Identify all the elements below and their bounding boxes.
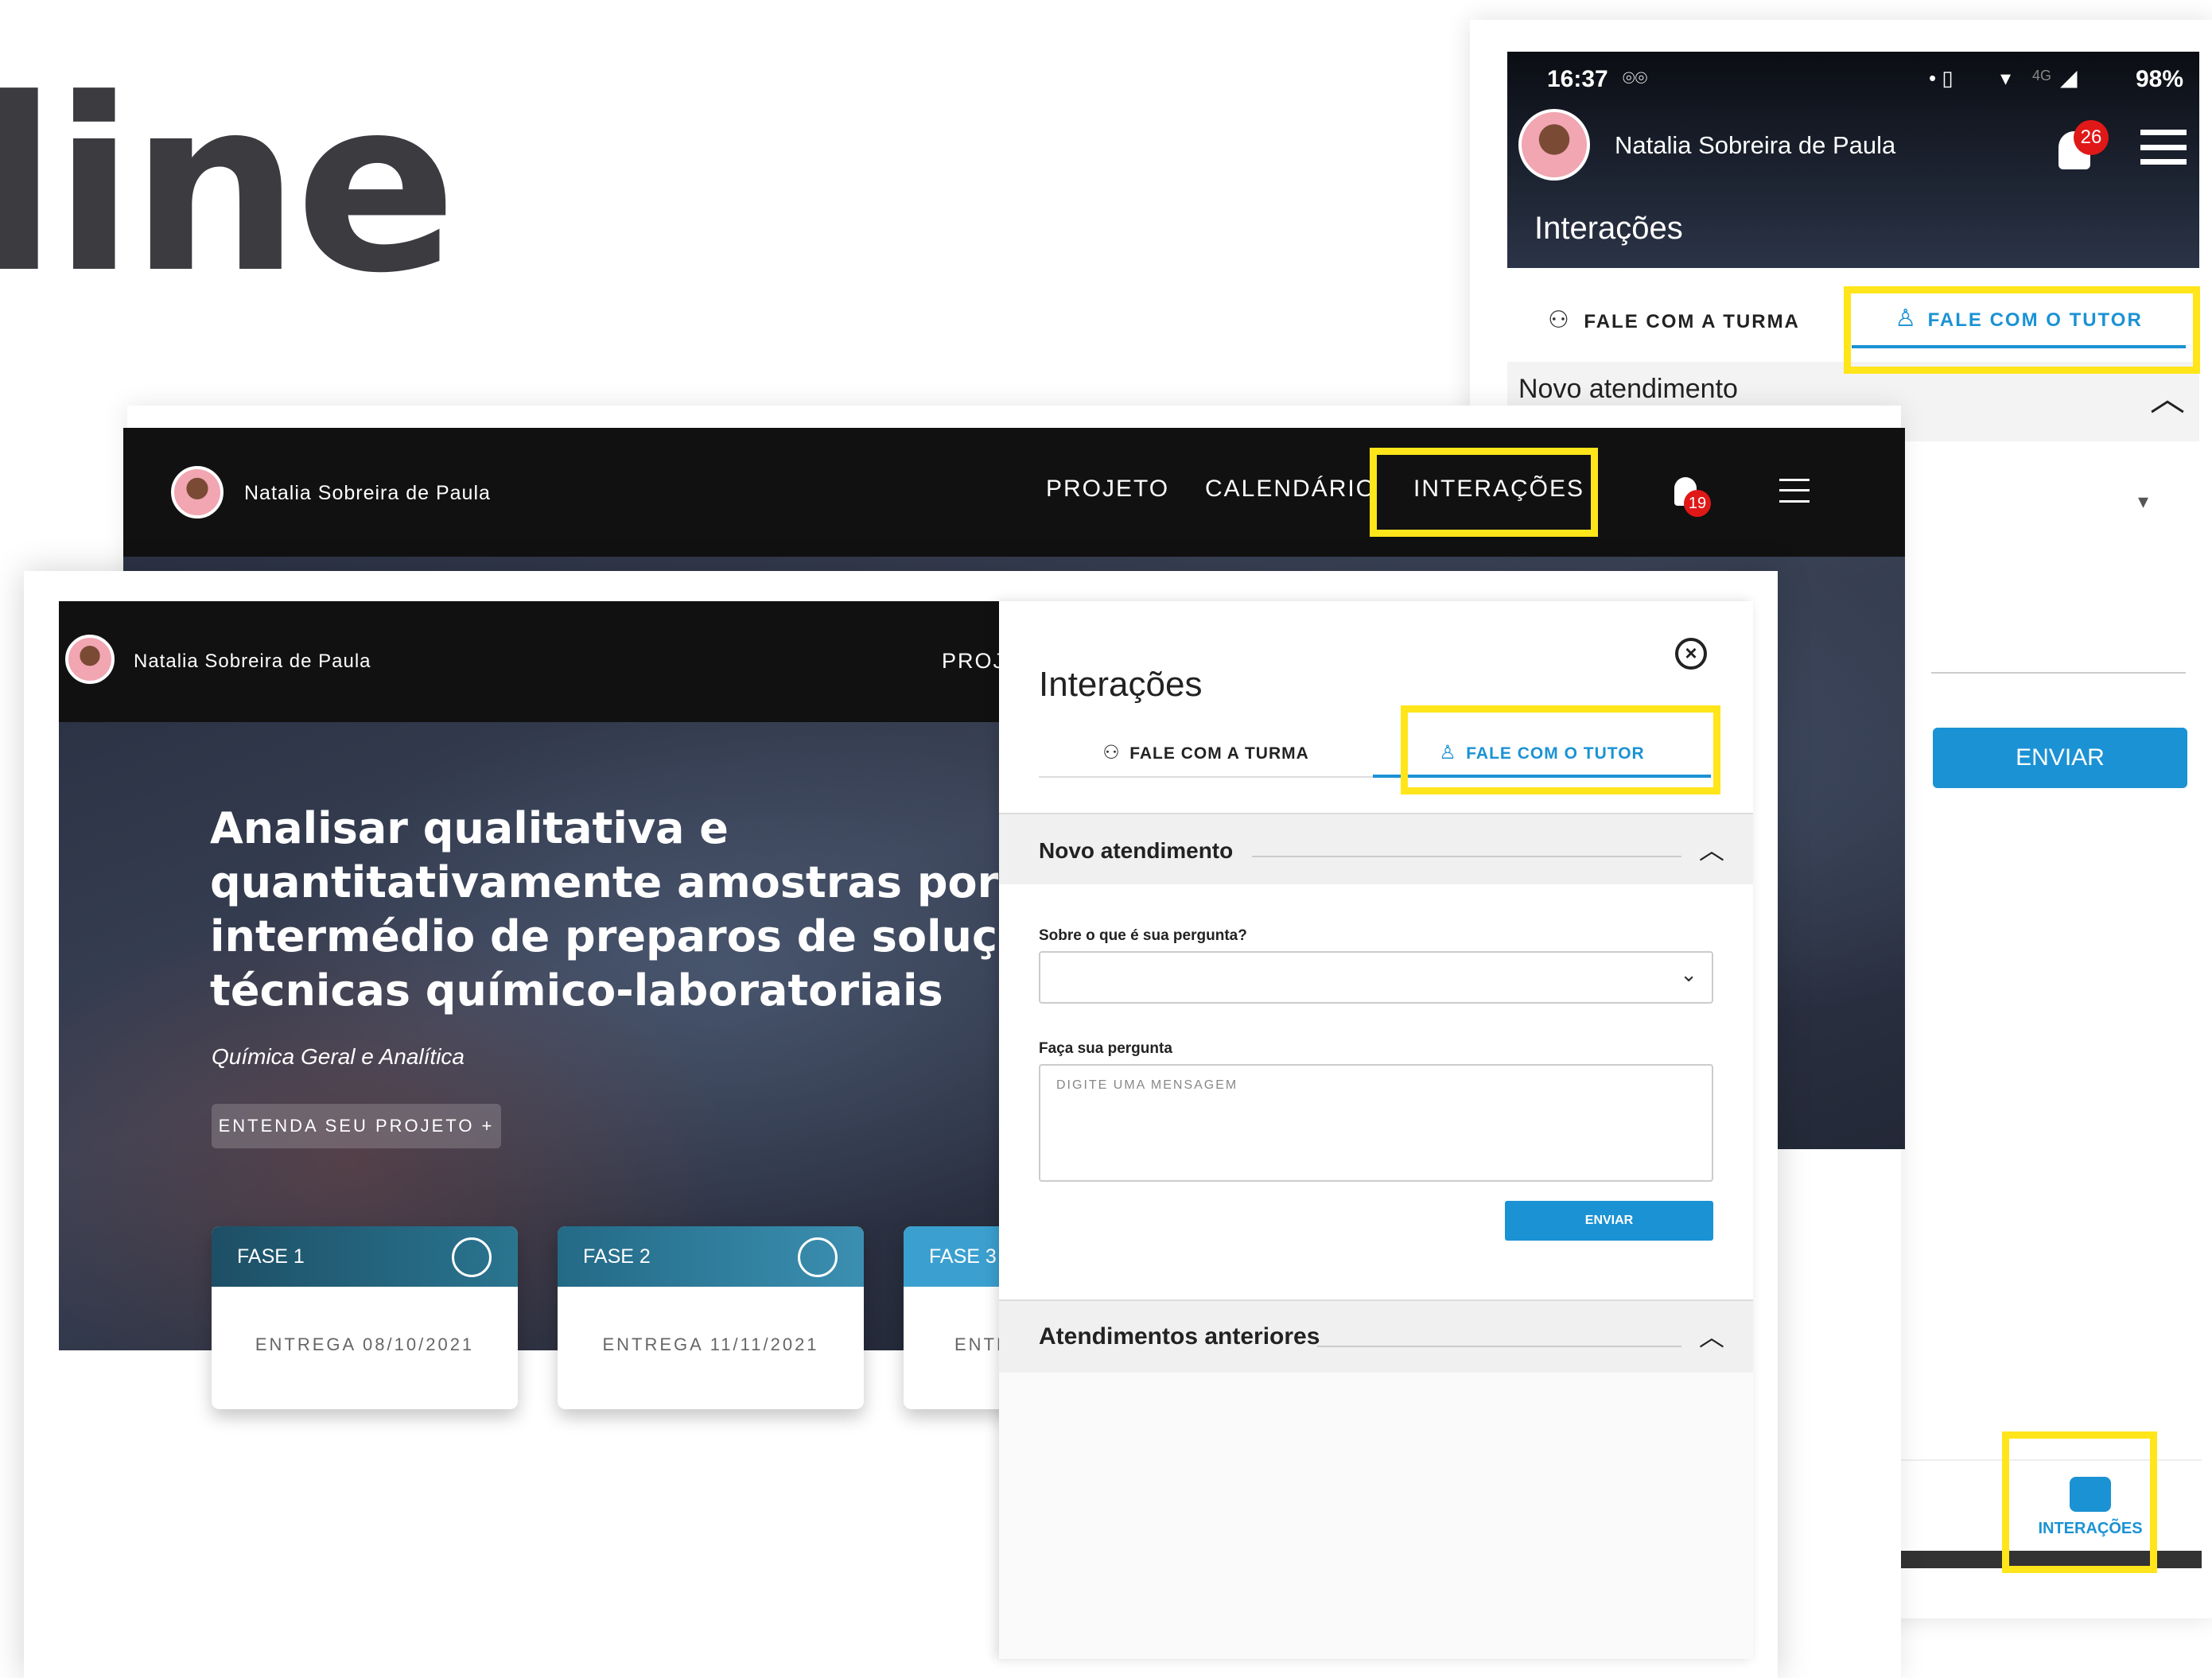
novo-atendimento-label: Novo atendimento (1518, 374, 1738, 404)
person-icon: ♙ (1439, 742, 1456, 763)
menu-icon[interactable] (1779, 479, 1810, 503)
people-icon: ⚇ (1102, 742, 1120, 763)
chevron-up-icon[interactable]: ︿ (1699, 1317, 1724, 1354)
signal-icon: ◢ (2060, 65, 2078, 90)
avatar[interactable] (1518, 109, 1590, 181)
phase-card[interactable]: FASE 1 ENTREGA 08/10/2021 (212, 1226, 518, 1409)
tab-turma-label: FALE COM A TURMA (1584, 311, 1800, 332)
wifi-icon: ▾ (2000, 66, 2012, 90)
avatar[interactable] (171, 466, 224, 519)
chevron-down-icon: ⌄ (1680, 962, 1697, 986)
tab-turma[interactable]: ⚇ FALE COM A TURMA (1039, 728, 1373, 778)
tab-turma-label: FALE COM A TURMA (1129, 744, 1309, 763)
chevron-up-icon[interactable]: ︿ (1699, 830, 1724, 867)
tab-tutor-label: FALE COM O TUTOR (1466, 744, 1645, 763)
project-title-line: Analisar qualitativa e (210, 803, 729, 853)
message-field-underline (1931, 672, 2186, 674)
status-time: 16:37 (1547, 66, 1608, 92)
interacoes-panel: Interações × ⚇ FALE COM A TURMA ♙ FALE C… (999, 601, 1753, 1659)
avatar[interactable] (65, 635, 115, 684)
interacoes-nav-label: INTERAÇÕES (2038, 1520, 2143, 1537)
panel-body-empty (999, 1373, 1753, 1659)
people-icon: ⚇ (1548, 307, 1569, 333)
phase-header: FASE 1 (212, 1226, 518, 1287)
question-topic-label: Sobre o que é sua pergunta? (1039, 927, 1247, 944)
phase-header: FASE 2 (558, 1226, 864, 1287)
mobile-header: 16:37 ⌾⌾ • ▯ ▾ 4G ◢ 98% Natalia Sobreira… (1507, 52, 2199, 268)
notification-badge: 26 (2074, 120, 2109, 155)
front-hero: Analisar qualitativa e quantitativamente… (59, 722, 1021, 1350)
phase-name: FASE 3 (929, 1245, 997, 1268)
section-divider (1252, 856, 1681, 857)
tab-tutor-label: FALE COM O TUTOR (1927, 309, 2143, 331)
chat-bubble-icon (2070, 1477, 2111, 1512)
section-divider (1317, 1346, 1681, 1347)
menu-icon[interactable] (2140, 130, 2187, 165)
panel-title: Interações (1039, 665, 1203, 704)
close-icon[interactable]: × (1675, 638, 1707, 670)
atendimentos-anteriores-header[interactable]: Atendimentos anteriores ︿ (999, 1299, 1753, 1373)
nav-calendario[interactable]: CALENDÁRIO (1205, 476, 1376, 503)
phase-date: ENTREGA 08/10/2021 (255, 1334, 475, 1354)
phase-name: FASE 2 (583, 1245, 651, 1268)
phase-date: ENTREGA 11/11/2021 (602, 1334, 819, 1354)
interacoes-nav-item[interactable]: INTERAÇÕES (2019, 1467, 2162, 1563)
novo-atendimento-header[interactable]: Novo atendimento ︿ (999, 813, 1753, 884)
network-type: 4G (2032, 68, 2052, 84)
question-topic-select[interactable]: ⌄ (1039, 951, 1713, 1004)
page-title: Interações (1534, 211, 1683, 246)
tab-turma[interactable]: ⚇ FALE COM A TURMA (1548, 306, 1818, 346)
voicemail-icon: ⌾⌾ (1623, 66, 1648, 90)
phase-status-circle-icon (798, 1237, 838, 1277)
hero-word: line (0, 48, 457, 325)
mobile-send-button[interactable]: ENVIAR (1933, 728, 2187, 788)
entenda-projeto-button[interactable]: ENTENDA SEU PROJETO + (212, 1104, 501, 1148)
project-title-line: quantitativamente amostras por (210, 857, 999, 907)
project-title-line: técnicas químico-laboratoriais (210, 965, 943, 1016)
notification-badge: 19 (1684, 490, 1711, 517)
user-name: Natalia Sobreira de Paula (134, 651, 371, 672)
nav-projeto[interactable]: PROJETO (1046, 476, 1169, 503)
dropdown-arrow-icon[interactable]: ▾ (2138, 489, 2148, 514)
phase-name: FASE 1 (237, 1245, 305, 1268)
desktop-navbar: Natalia Sobreira de Paula PROJETO CALEND… (123, 428, 1905, 557)
nav-projeto-partial[interactable]: PROJ (942, 649, 1005, 674)
phase-card[interactable]: FASE 2 ENTREGA 11/11/2021 (558, 1226, 864, 1409)
send-button[interactable]: ENVIAR (1505, 1201, 1713, 1241)
tab-tutor[interactable]: ♙ FALE COM O TUTOR (1373, 728, 1711, 778)
battery-level: 98% (2136, 66, 2184, 92)
nav-interacoes[interactable]: INTERAÇÕES (1413, 476, 1584, 503)
message-textarea[interactable]: DIGITE UMA MENSAGEM (1039, 1064, 1713, 1182)
user-name: Natalia Sobreira de Paula (1615, 131, 1896, 159)
project-title-line: intermédio de preparos de soluções (210, 911, 1013, 961)
tab-tutor[interactable]: ♙ FALE COM O TUTOR (1852, 305, 2186, 348)
project-subtitle: Química Geral e Analítica (212, 1044, 465, 1069)
front-navbar: Natalia Sobreira de Paula PROJ (59, 601, 1021, 722)
atendimentos-anteriores-label: Atendimentos anteriores (1039, 1323, 1320, 1350)
project-title: Analisar qualitativa e quantitativamente… (210, 802, 1013, 1018)
question-label: Faça sua pergunta (1039, 1040, 1172, 1057)
novo-atendimento-label: Novo atendimento (1039, 838, 1234, 863)
vibrate-icon: • ▯ (1929, 66, 1953, 90)
chevron-up-icon[interactable]: ︿ (2150, 370, 2185, 421)
phase-status-circle-icon (452, 1237, 492, 1277)
front-screenshot: Natalia Sobreira de Paula PROJ Analisar … (24, 571, 1778, 1678)
user-name: Natalia Sobreira de Paula (244, 482, 491, 504)
person-icon: ♙ (1895, 305, 1917, 332)
message-placeholder: DIGITE UMA MENSAGEM (1056, 1078, 1238, 1092)
